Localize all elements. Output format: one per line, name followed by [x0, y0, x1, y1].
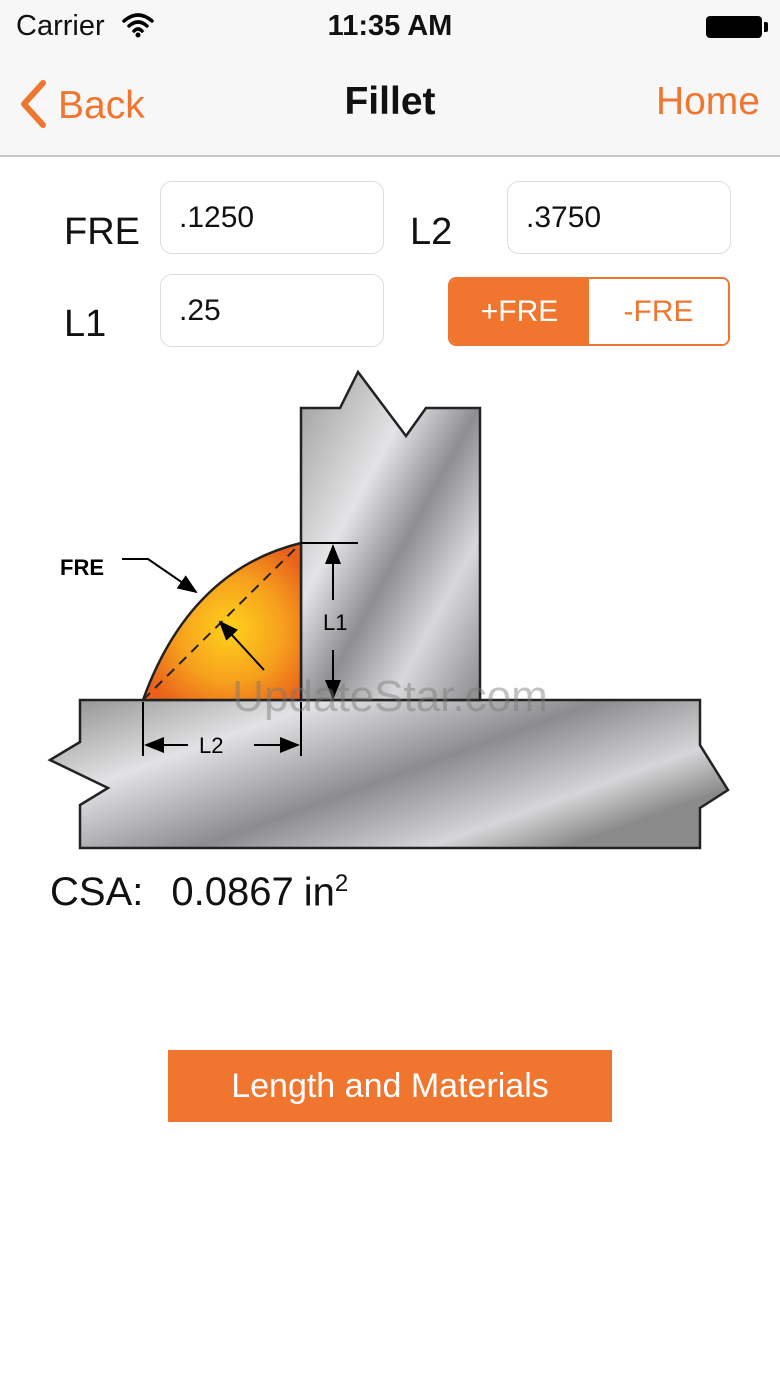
l2-diagram-label: L2	[199, 733, 223, 758]
back-label: Back	[58, 84, 145, 127]
navigation-bar: Back Fillet Home	[0, 54, 780, 157]
home-button[interactable]: Home	[656, 80, 760, 124]
l1-input[interactable]	[160, 274, 384, 347]
fillet-weld-diagram: FRE L1 L2	[47, 369, 730, 850]
minus-fre-segment[interactable]: -FRE	[589, 279, 728, 344]
fre-label: FRE	[64, 211, 140, 253]
csa-result: CSA: 0.0867 in2	[50, 870, 348, 915]
battery-icon	[706, 16, 762, 38]
csa-label: CSA:	[50, 870, 144, 915]
fre-diagram-label: FRE	[60, 555, 104, 580]
csa-value: 0.0867	[171, 870, 294, 915]
clock: 11:35 AM	[327, 10, 453, 42]
chevron-left-icon	[18, 79, 48, 133]
battery-tip	[764, 22, 768, 32]
vertical-plate	[299, 369, 482, 702]
l2-label: L2	[410, 211, 453, 253]
plus-fre-segment[interactable]: +FRE	[450, 279, 589, 344]
csa-unit: in2	[303, 870, 349, 915]
fre-input[interactable]	[160, 181, 384, 254]
base-plate	[47, 698, 730, 850]
l1-label: L1	[64, 303, 107, 345]
length-and-materials-button[interactable]: Length and Materials	[168, 1050, 612, 1122]
l2-input[interactable]	[507, 181, 731, 254]
status-bar: Carrier 11:35 AM	[0, 0, 780, 54]
l1-diagram-label: L1	[323, 610, 347, 635]
fre-sign-segmented-control[interactable]: +FRE -FRE	[448, 277, 730, 346]
back-button[interactable]: Back	[18, 79, 145, 133]
